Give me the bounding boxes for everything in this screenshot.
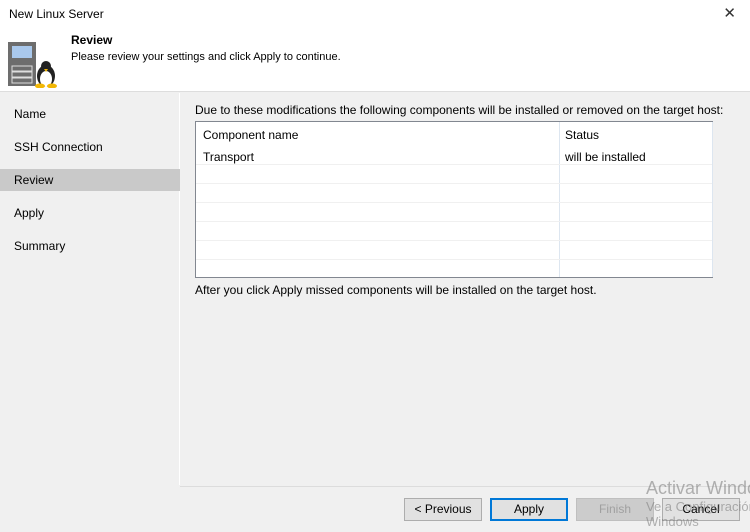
column-divider (712, 122, 713, 277)
apply-button[interactable]: Apply (490, 498, 568, 521)
component-status: will be installed (565, 150, 646, 164)
step-ssh-connection[interactable]: SSH Connection (0, 136, 180, 158)
title-bar: New Linux Server ✕ (0, 0, 750, 28)
step-name[interactable]: Name (0, 103, 180, 125)
previous-button[interactable]: < Previous (404, 498, 482, 521)
empty-row (196, 203, 712, 222)
intro-text: Due to these modifications the following… (195, 103, 724, 117)
finish-button[interactable]: Finish (576, 498, 654, 521)
wizard-header: Review Please review your settings and c… (0, 28, 750, 92)
step-summary[interactable]: Summary (0, 235, 180, 257)
table-header: Component name Status (196, 124, 712, 143)
empty-row (196, 184, 712, 203)
component-name: Transport (203, 150, 254, 164)
step-apply[interactable]: Apply (0, 202, 180, 224)
close-icon[interactable]: ✕ (723, 4, 736, 22)
column-header-status[interactable]: Status (565, 128, 599, 142)
table-row[interactable]: Transport will be installed (196, 146, 712, 165)
page-title: Review (71, 33, 113, 47)
wizard-steps: Name SSH Connection Review Apply Summary (0, 93, 180, 485)
footer-divider (180, 486, 750, 487)
watermark-line: Activar Windows (646, 478, 750, 498)
linux-server-icon (8, 42, 57, 88)
empty-row (196, 165, 712, 184)
step-review[interactable]: Review (0, 169, 180, 191)
cancel-button[interactable]: Cancel (662, 498, 740, 521)
window-title: New Linux Server (9, 7, 104, 21)
empty-row (196, 222, 712, 241)
after-apply-note: After you click Apply missed components … (195, 283, 597, 297)
column-header-component[interactable]: Component name (203, 128, 298, 142)
components-table[interactable]: Component name Status Transport will be … (195, 121, 713, 278)
page-subtitle: Please review your settings and click Ap… (71, 51, 341, 63)
empty-row (196, 241, 712, 260)
